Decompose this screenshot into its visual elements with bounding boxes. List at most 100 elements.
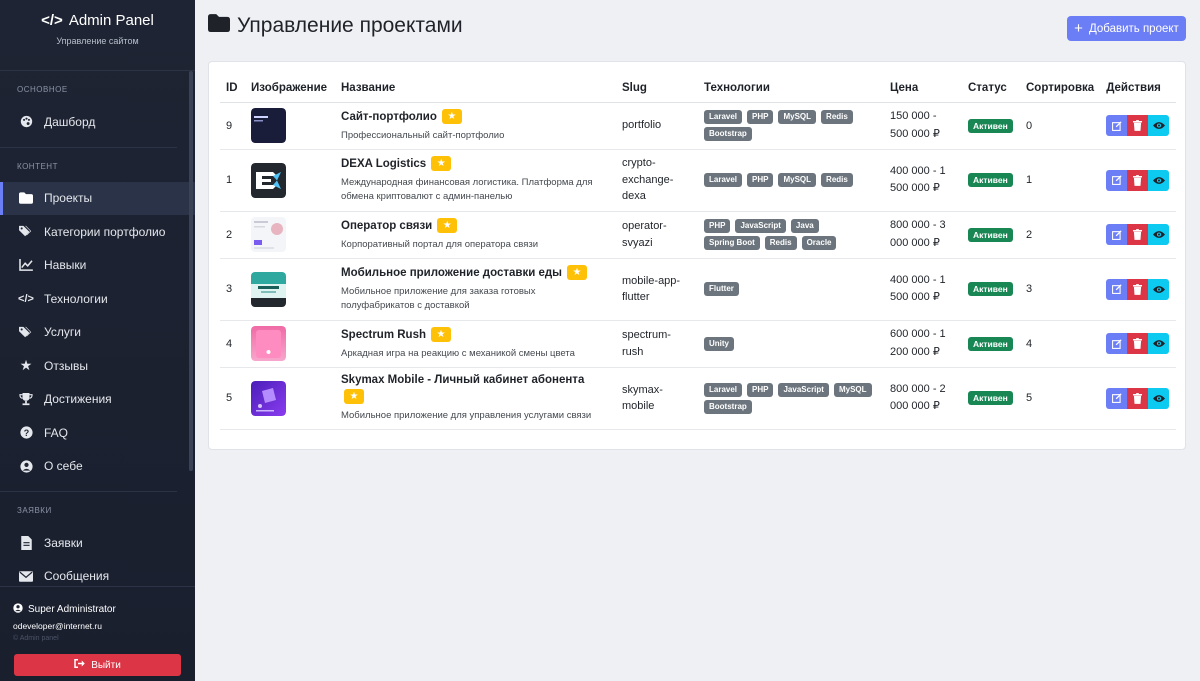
edit-button[interactable] — [1106, 224, 1128, 245]
project-name[interactable]: Оператор связи — [341, 220, 432, 232]
row-actions — [1106, 278, 1170, 300]
cell-image — [245, 367, 335, 430]
delete-button[interactable] — [1127, 224, 1149, 245]
trophy-icon — [19, 392, 33, 406]
delete-button[interactable] — [1127, 115, 1149, 136]
tech-tags: Flutter — [704, 282, 878, 296]
cell-image — [245, 320, 335, 368]
cell-id: 4 — [220, 320, 245, 368]
project-name[interactable]: DEXA Logistics — [341, 158, 426, 170]
sidebar-item-about[interactable]: О себе — [0, 450, 195, 484]
edit-button[interactable] — [1106, 278, 1128, 300]
section-label-main: ОСНОВНОЕ — [17, 85, 68, 94]
project-thumbnail[interactable] — [251, 162, 286, 198]
col-technologies[interactable]: Технологии — [698, 74, 884, 103]
edit-button[interactable] — [1106, 115, 1128, 136]
col-status[interactable]: Статус — [962, 74, 1020, 103]
tech-tag: MySQL — [833, 382, 872, 397]
project-description: Аркадная игра на реакцию с механикой сме… — [341, 347, 575, 359]
svg-text:?: ? — [23, 428, 28, 438]
tags-icon — [19, 325, 33, 339]
cell-slug: portfolio — [616, 102, 698, 150]
project-name[interactable]: Сайт-портфолио — [341, 111, 437, 123]
sidebar-item-requests[interactable]: Заявки — [0, 526, 195, 560]
cell-sort: 3 — [1020, 258, 1101, 321]
project-thumbnail[interactable] — [251, 108, 286, 143]
star-icon: ★ — [19, 357, 33, 374]
project-name[interactable]: Мобильное приложение доставки еды — [341, 267, 562, 279]
project-thumbnail[interactable] — [251, 380, 286, 416]
col-slug[interactable]: Slug — [616, 74, 698, 103]
sidebar-item-reviews[interactable]: ★ Отзывы — [0, 349, 195, 383]
col-name[interactable]: Название — [335, 74, 616, 103]
col-actions[interactable]: Действия — [1100, 74, 1176, 103]
cell-sort: 0 — [1020, 102, 1101, 150]
view-button[interactable] — [1148, 224, 1170, 245]
delete-button[interactable] — [1127, 387, 1149, 409]
sidebar-item-messages[interactable]: Сообщения — [0, 560, 195, 586]
user-icon — [19, 459, 33, 473]
col-price[interactable]: Цена — [884, 74, 962, 103]
cell-image — [245, 211, 335, 259]
sidebar-item-dashboard[interactable]: Дашборд — [0, 105, 195, 139]
view-button[interactable] — [1148, 387, 1170, 409]
user-email: odeveloper@internet.ru — [13, 621, 102, 631]
project-name[interactable]: Skymax Mobile - Личный кабинет абонента — [341, 374, 584, 386]
user-name: Super Administrator — [28, 604, 116, 615]
status-badge: Активен — [968, 118, 1013, 133]
view-button[interactable] — [1148, 115, 1170, 136]
project-name[interactable]: Spectrum Rush — [341, 329, 426, 341]
sidebar-item-achievements[interactable]: Достижения — [0, 383, 195, 417]
cell-id: 3 — [220, 258, 245, 321]
eye-icon — [1152, 394, 1165, 402]
brand[interactable]: </> Admin Panel Управление сайтом — [0, 0, 195, 71]
tech-tag: Laravel — [704, 110, 743, 124]
tech-tag: Laravel — [704, 382, 743, 397]
cell-price: 400 000 - 1 500 000 ₽ — [884, 149, 962, 212]
view-button[interactable] — [1148, 169, 1170, 191]
sidebar-item-skills[interactable]: Навыки — [0, 249, 195, 283]
col-id[interactable]: ID — [220, 74, 245, 103]
edit-button[interactable] — [1106, 387, 1128, 409]
sign-out-icon — [74, 659, 85, 671]
tags-icon — [19, 225, 33, 239]
logout-button[interactable]: Выйти — [14, 654, 181, 676]
cell-id: 5 — [220, 367, 245, 430]
sidebar-item-services[interactable]: Услуги — [0, 316, 195, 350]
cell-slug: operator-svyazi — [616, 211, 698, 259]
tech-tag: Redis — [821, 110, 853, 124]
delete-button[interactable] — [1127, 333, 1149, 354]
tech-tags: Laravel PHP JavaScript MySQL Bootstrap — [704, 382, 878, 414]
edit-button[interactable] — [1106, 333, 1128, 354]
sidebar-item-portfolio-categories[interactable]: Категории портфолио — [0, 215, 195, 249]
table-row: 1 DEXA Logistics ★ Международная финансов… — [220, 149, 1176, 212]
view-button[interactable] — [1148, 333, 1170, 354]
sidebar: </> Admin Panel Управление сайтом ОСНОВН… — [0, 0, 195, 681]
col-image[interactable]: Изображение — [245, 74, 335, 103]
sidebar-item-faq[interactable]: ? FAQ — [0, 416, 195, 450]
sidebar-scrollbar[interactable] — [189, 71, 193, 471]
view-button[interactable] — [1148, 278, 1170, 300]
project-thumbnail[interactable] — [251, 271, 286, 307]
project-thumbnail[interactable] — [251, 217, 286, 252]
tech-tags: Laravel PHP MySQL Redis — [704, 173, 878, 187]
sidebar-nav: ОСНОВНОЕ Дашборд КОНТЕНТ Проекты Категор… — [0, 71, 195, 585]
plus-icon: + — [1074, 20, 1083, 37]
featured-star-icon: ★ — [344, 388, 364, 404]
delete-button[interactable] — [1127, 278, 1149, 300]
tech-tags: Laravel PHP MySQL Redis Bootstrap — [704, 110, 878, 141]
col-sort[interactable]: Сортировка — [1020, 74, 1101, 103]
tech-tag: Bootstrap — [704, 127, 752, 141]
trash-icon — [1133, 392, 1143, 404]
trash-icon — [1133, 229, 1143, 240]
row-actions — [1106, 115, 1170, 136]
delete-button[interactable] — [1127, 169, 1149, 191]
edit-button[interactable] — [1106, 169, 1128, 191]
status-badge: Активен — [968, 282, 1013, 296]
sidebar-item-technologies[interactable]: </> Технологии — [0, 282, 195, 316]
sidebar-item-projects[interactable]: Проекты — [0, 181, 195, 215]
project-thumbnail[interactable] — [251, 326, 286, 361]
add-project-button[interactable]: + Добавить проект — [1067, 16, 1186, 41]
status-badge: Активен — [968, 173, 1013, 187]
eye-icon — [1152, 285, 1165, 293]
